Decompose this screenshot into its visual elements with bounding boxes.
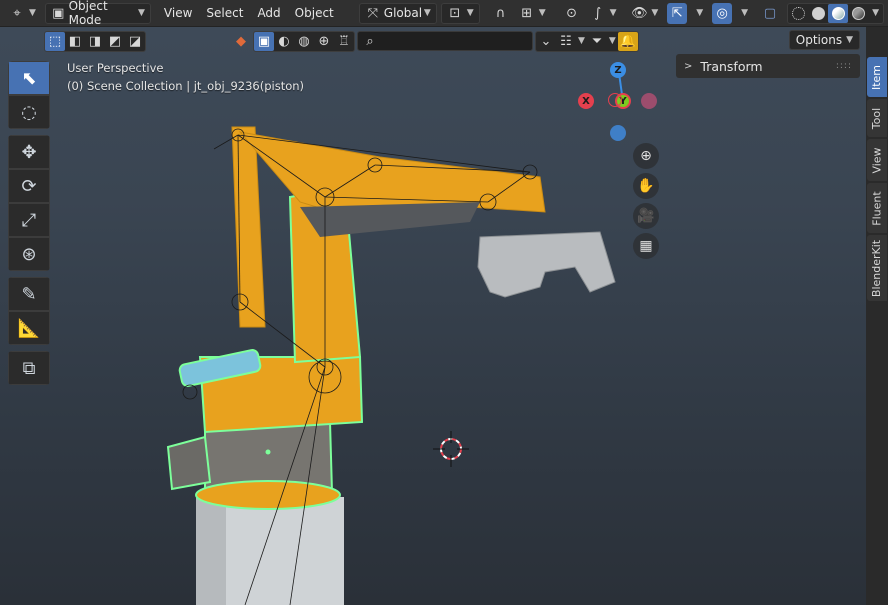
chevron-down-icon: ▼ (651, 8, 659, 18)
proportional-edit-icon: ⊙ (566, 5, 578, 21)
chevron-down-icon: ▼ (466, 8, 474, 18)
chevron-down-icon: ▼ (741, 8, 749, 18)
rendered-shading-icon[interactable] (848, 4, 868, 23)
snap-toggle[interactable]: ∩ (488, 3, 514, 24)
sidebar-tabs: Item Tool View Fluent BlenderKit (866, 27, 888, 605)
3d-cursor (433, 431, 469, 467)
z-label: Z (614, 64, 622, 76)
zoom-icon: ⊕ (640, 148, 652, 164)
zoom-button[interactable]: ⊕ (633, 143, 659, 169)
snap-increment-icon: ⊞ (521, 5, 533, 21)
chevron-down-icon: ▼ (29, 8, 36, 18)
tab-item[interactable]: Item (867, 57, 887, 97)
robot-vertical-arm (231, 126, 266, 328)
navigation-gizmo[interactable]: Z X Y (575, 59, 665, 141)
drag-handle-icon[interactable]: :::: (836, 61, 852, 71)
gizmo-z-axis[interactable]: Z (610, 62, 626, 78)
chevron-down-icon: ▼ (538, 8, 546, 18)
tab-blenderkit[interactable]: BlenderKit (867, 235, 887, 301)
proportional-edit-toggle[interactable]: ⊙ (559, 3, 585, 24)
tab-tool-label: Tool (870, 107, 884, 129)
xray-icon: ▢ (763, 5, 777, 21)
tab-view-label: View (870, 146, 884, 174)
orientation-dropdown[interactable]: ⤧ Global ▼ (358, 2, 437, 24)
eye-icon: 👁 (631, 5, 648, 21)
transform-panel-title: Transform (700, 58, 763, 74)
robot-upper-arm (238, 131, 546, 218)
overlays-icon: ◎ (716, 5, 728, 21)
chevron-right-icon: > (684, 60, 693, 72)
falloff-curve-icon: ∫ (594, 5, 601, 21)
camera-view-button[interactable]: 🎥 (633, 203, 659, 229)
gizmo-neg-x[interactable] (608, 93, 622, 107)
pivot-point-dropdown[interactable]: ⊡ ▼ (440, 2, 480, 24)
mode-label: Object Mode (68, 0, 108, 27)
chevron-down-icon: ▼ (696, 8, 704, 18)
gizmo-neg-z[interactable] (610, 125, 626, 141)
transform-panel-header[interactable]: > Transform :::: (676, 54, 860, 78)
pivot-point-icon: ⊡ (449, 5, 461, 21)
tab-view[interactable]: View (867, 139, 887, 181)
orientation-label: Global (383, 6, 423, 20)
menu-view[interactable]: View (157, 3, 199, 24)
menu-object[interactable]: Object (288, 3, 341, 24)
wireframe-shading-icon[interactable] (788, 4, 808, 23)
header-right-group: 👁 ▼ ⇱ ▼ ◎ ▼ ▢ ▼ (622, 2, 888, 24)
tab-item-label: Item (870, 64, 884, 90)
scene-render (166, 126, 616, 605)
chevron-down-icon: ▼ (609, 8, 617, 18)
proportional-falloff-dropdown[interactable]: ∫ ▼ (585, 3, 622, 24)
robot-gripper (477, 231, 616, 298)
overlays-dropdown[interactable]: ▼ (732, 3, 753, 24)
perspective-toggle-button[interactable]: ▦ (633, 233, 659, 259)
gizmo-x-axis[interactable]: X (578, 93, 594, 109)
solid-shading-icon[interactable] (808, 4, 828, 23)
tab-fluent[interactable]: Fluent (867, 183, 887, 233)
magnet-icon: ∩ (495, 5, 506, 21)
menu-select[interactable]: Select (199, 3, 250, 24)
chevron-down-icon[interactable]: ▼ (872, 8, 879, 18)
editor-type-button[interactable]: ⌖ ▼ (4, 3, 41, 24)
gizmo-toggle[interactable]: ⇱ (667, 2, 688, 24)
3d-viewport[interactable]: ⬚ ◧ ◨ ◩ ◪ ◆ ▣ ◐ ◍ ⊕ ♖ ⌕ ⌄ ☷ ▼ ⏷ ▼ 🔔 Option… (0, 27, 866, 605)
material-shading-icon[interactable] (828, 3, 849, 23)
pan-button[interactable]: ✋ (633, 173, 659, 199)
tab-blenderkit-label: BlenderKit (870, 239, 884, 297)
viewport-header: ⌖ ▼ ▣ Object Mode ▼ View Select Add Objec… (0, 0, 888, 27)
x-label: X (582, 95, 590, 107)
menu-add[interactable]: Add (250, 3, 287, 24)
object-mode-icon: ▣ (52, 5, 65, 21)
tab-tool[interactable]: Tool (867, 99, 887, 137)
gizmo-dropdown[interactable]: ▼ (687, 3, 708, 24)
gizmo-icon: ⇱ (671, 5, 683, 21)
snap-dropdown[interactable]: ⊞ ▼ (514, 3, 551, 24)
visibility-dropdown[interactable]: 👁 ▼ (626, 3, 663, 24)
hand-icon: ✋ (637, 178, 655, 194)
mode-dropdown[interactable]: ▣ Object Mode ▼ (44, 0, 151, 27)
gizmo-neg-y[interactable] (641, 93, 657, 109)
chevron-down-icon: ▼ (138, 8, 145, 18)
chevron-down-icon: ▼ (423, 8, 431, 18)
tab-fluent-label: Fluent (870, 190, 884, 226)
transform-orientation-icon: ⤧ (367, 5, 378, 21)
xray-toggle[interactable]: ▢ (757, 3, 783, 24)
editor-type-icon: ⌖ (13, 5, 21, 21)
object-origin (265, 449, 271, 455)
camera-icon: 🎥 (637, 208, 655, 224)
grid-icon: ▦ (639, 238, 653, 254)
overlays-toggle[interactable]: ◎ (712, 2, 733, 24)
shading-modes: ▼ (787, 2, 884, 24)
